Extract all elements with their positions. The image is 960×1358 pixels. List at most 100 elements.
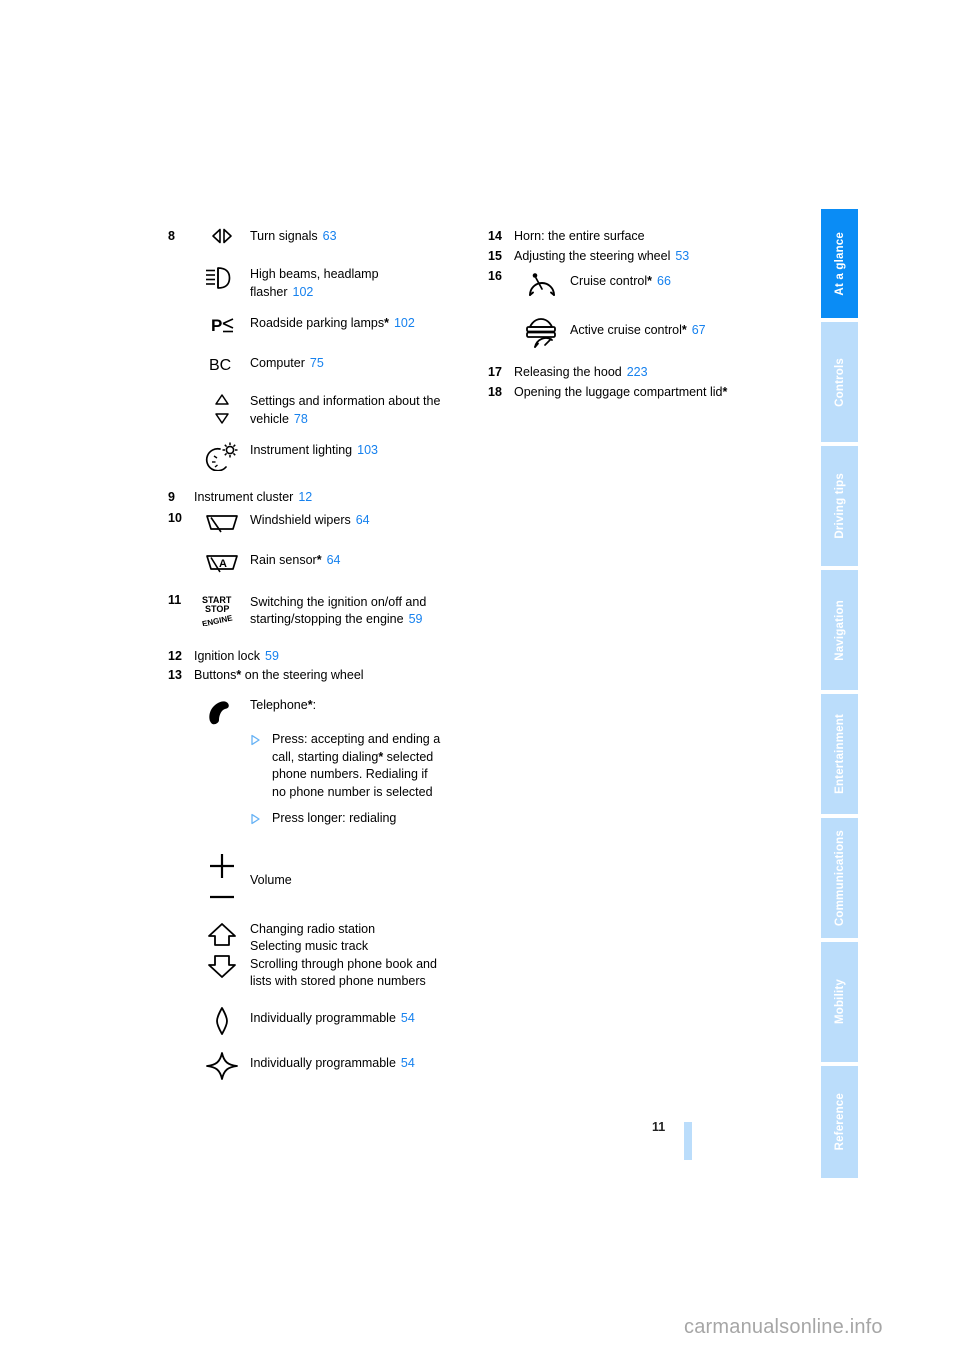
optional-star: * [681,323,687,337]
arrow-up-outline-icon [208,922,236,946]
page-ref[interactable]: 64 [356,513,370,527]
page-ref[interactable]: 12 [298,490,312,504]
page-ref[interactable]: 223 [627,365,648,379]
bullet-press: Press: accepting and ending a call, star… [250,731,478,801]
entry-turn-signals: Turn signals 63 [194,226,478,252]
tab-label: Entertainment [833,714,846,794]
star-four-point-icon [194,1050,250,1081]
entry-roadside-parking-lamps: P Roadside parking lamps* 102 [194,313,478,339]
telephone-bullets: Press: accepting and ending a call, star… [250,731,478,828]
entry-label: Changing radio station Selecting music t… [250,921,437,989]
page-ref[interactable]: 53 [675,249,689,263]
entry-label: Computer 75 [250,356,324,370]
item-number: 10 [168,511,182,525]
entry-high-beams: High beams, headlamp flasher 102 [194,264,478,301]
entry-rain-sensor: A Rain sensor* 64 [194,550,478,576]
page-ref[interactable]: 75 [310,356,324,370]
item-number: 18 [488,385,502,399]
page-ref[interactable]: 78 [294,412,308,426]
entry-radio-controls: Changing radio station Selecting music t… [194,920,478,991]
plus-minus-icon [194,850,250,904]
page-ref[interactable]: 103 [357,443,378,457]
tab-communications[interactable]: Communications [821,818,858,938]
telephone-handset-icon [194,696,250,727]
entry-label: Active cruise control* 67 [570,323,706,337]
item-number: 11 [168,593,182,607]
entry-windshield-wipers: Windshield wipers 64 [194,510,478,536]
tab-controls[interactable]: Controls [821,322,858,442]
bullet-press-longer: Press longer: redialing [250,810,478,828]
list-item-12: 12 Ignition lock 59 [168,648,478,665]
page-ref[interactable]: 102 [394,316,415,330]
item-label: Ignition lock 59 [194,649,279,663]
entry-programmable-star: Individually programmable 54 [194,1050,478,1081]
entry-label: Instrument lighting 103 [250,443,378,457]
entry-label: Individually programmable 54 [250,1055,415,1070]
item-number: 17 [488,365,502,379]
item-number: 12 [168,649,182,663]
page-ref[interactable]: 63 [323,229,337,243]
active-cruise-control-icon [514,313,570,350]
entry-label: Volume [250,872,292,887]
svg-text:ENGINE: ENGINE [201,613,234,626]
tab-driving-tips[interactable]: Driving tips [821,446,858,566]
item-label: Instrument cluster 12 [194,490,313,504]
item-label: Horn: the entire surface [514,229,645,243]
turn-signals-icon [194,226,250,252]
tab-at-a-glance[interactable]: At a glance [821,209,858,318]
tab-navigation[interactable]: Navigation [821,570,858,690]
svg-text:STOP: STOP [205,604,229,614]
entry-label: High beams, headlamp flasher 102 [250,267,379,299]
item-label: Adjusting the steering wheel 53 [514,249,690,263]
arrow-down-outline-icon [208,954,236,978]
entry-volume: Volume [194,850,478,904]
tab-label: Communications [833,829,846,927]
instrument-lighting-icon [194,440,250,471]
entry-label: Rain sensor* 64 [250,553,341,567]
list-item-17: 17 Releasing the hood 223 [488,364,798,381]
page-ref[interactable]: 67 [692,323,706,337]
optional-star: * [722,385,728,399]
list-item-11: 11 START STOP ENGINE Switching the ignit… [168,592,478,628]
page-ref[interactable]: 66 [657,274,671,288]
entry-label: Settings and information about the vehicl… [250,394,441,426]
entry-cruise-control: Cruise control* 66 [514,268,798,301]
tab-label: Mobility [833,979,846,1025]
list-item-14: 14 Horn: the entire surface [488,228,798,245]
item-number: 13 [168,668,182,682]
item-number: 9 [168,490,175,504]
list-item-15: 15 Adjusting the steering wheel 53 [488,248,798,265]
cruise-control-icon [514,268,570,301]
tab-label: Reference [833,1093,846,1151]
entry-settings-information: Settings and information about the vehicl… [194,391,478,428]
svg-text:P: P [211,316,222,335]
page-ref[interactable]: 54 [401,1011,415,1025]
bullet-text: Press longer: redialing [272,811,397,825]
triangle-bullet-icon [250,731,272,746]
optional-star: * [316,553,322,567]
triangle-bullet-icon [250,810,272,825]
entry-programmable-diamond: Individually programmable 54 [194,1005,478,1036]
bullet-text: Press: accepting and ending a call, star… [272,732,441,799]
svg-text:A: A [219,558,227,570]
item-number: 15 [488,249,502,263]
page-ref[interactable]: 64 [327,553,341,567]
up-down-arrow-icon [194,391,250,426]
list-item-13: 13 Buttons* on the steering wheel [168,667,478,684]
item-number: 16 [488,269,502,283]
tab-reference[interactable]: Reference [821,1066,858,1178]
page-ref[interactable]: 59 [409,612,423,626]
optional-star: * [384,316,389,330]
list-item-18: 18 Opening the luggage compartment lid* [488,384,798,401]
entry-computer: BC Computer 75 [194,353,478,379]
tab-entertainment[interactable]: Entertainment [821,694,858,814]
optional-star: * [647,274,652,288]
high-beam-icon [194,264,250,291]
entry-active-cruise-control: Active cruise control* 67 [514,313,798,350]
page-ref[interactable]: 59 [265,649,279,663]
tab-mobility[interactable]: Mobility [821,942,858,1062]
item-number: 14 [488,229,502,243]
page-ref[interactable]: 102 [293,285,314,299]
page-ref[interactable]: 54 [401,1056,415,1070]
site-watermark: carmanualsonline.info [684,1316,883,1338]
